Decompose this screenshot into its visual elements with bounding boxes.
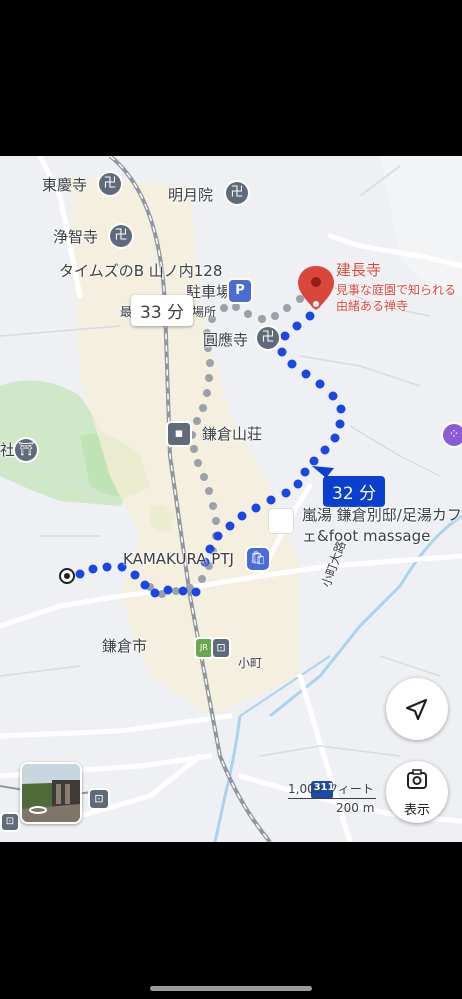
temple-icon[interactable]: 卍	[99, 173, 121, 195]
tokeiji-label: 東慶寺	[42, 176, 88, 194]
navigation-icon	[405, 698, 428, 721]
map-view[interactable]: 東慶寺 卍 明月院 卍 浄智寺 卍 タイムズのB 山ノ内128 駐車場 P 最 …	[0, 156, 462, 842]
lens-camera-icon	[407, 769, 427, 789]
temple-icon[interactable]: 卍	[226, 182, 248, 204]
poi-purple-icon[interactable]: ⁘	[443, 424, 462, 446]
meigetsuin-label: 明月院	[168, 186, 214, 204]
scale-meters: 200 m	[336, 801, 375, 815]
times-parking-label: タイムズのB 山ノ内128	[59, 262, 223, 280]
temple-icon[interactable]: 卍	[110, 225, 132, 247]
train-icon[interactable]: ⊡	[90, 790, 108, 808]
ranyu-label-1: 嵐湯 鎌倉別邸/足湯カフ	[302, 506, 462, 524]
destination-pin-icon	[298, 266, 334, 310]
route-311-badge: 311	[313, 782, 335, 793]
lens-button[interactable]: 表示	[386, 761, 448, 823]
temple-icon[interactable]: 卍	[257, 327, 279, 349]
scale-bar	[288, 798, 376, 799]
jochiji-label: 浄智寺	[53, 228, 99, 246]
shrine-icon[interactable]: ⛩	[15, 439, 37, 461]
label-sho: 場所	[192, 305, 217, 319]
hotel-icon[interactable]: ▪	[168, 423, 190, 445]
ranyu-thumbnail[interactable]	[268, 508, 294, 534]
street-view-thumbnail[interactable]	[20, 762, 82, 824]
destination-desc-1: 見事な庭園で知られる	[336, 283, 457, 297]
main-route-time-badge[interactable]: 32 分	[323, 476, 386, 507]
ennoji-label: 圓應寺	[203, 331, 249, 349]
kamakura-sanso-label: 鎌倉山荘	[202, 425, 263, 443]
train-icon[interactable]: ⊡	[2, 814, 18, 830]
train-icon[interactable]: ⊡	[213, 639, 229, 657]
navigation-button[interactable]	[386, 678, 448, 740]
alt-route-time-badge[interactable]: 33 分	[131, 295, 194, 326]
jr-station-icon[interactable]: JR	[196, 639, 212, 657]
jinja-label: 社	[0, 441, 16, 459]
home-indicator[interactable]	[150, 986, 312, 991]
komachi-label: 小町	[238, 656, 263, 670]
kamakura-ptj-label: KAMAKURA PTJ	[123, 550, 234, 568]
kamakura-city-label: 鎌倉市	[102, 637, 148, 655]
destination-name[interactable]: 建長寺	[336, 262, 381, 278]
ranyu-label-2: ェ&foot massage	[302, 527, 431, 545]
shopping-icon[interactable]: 🛍	[247, 548, 269, 570]
display-label: 表示	[403, 803, 430, 818]
destination-desc-2: 由緒ある禅寺	[336, 299, 409, 313]
parking-icon[interactable]: P	[229, 280, 251, 302]
